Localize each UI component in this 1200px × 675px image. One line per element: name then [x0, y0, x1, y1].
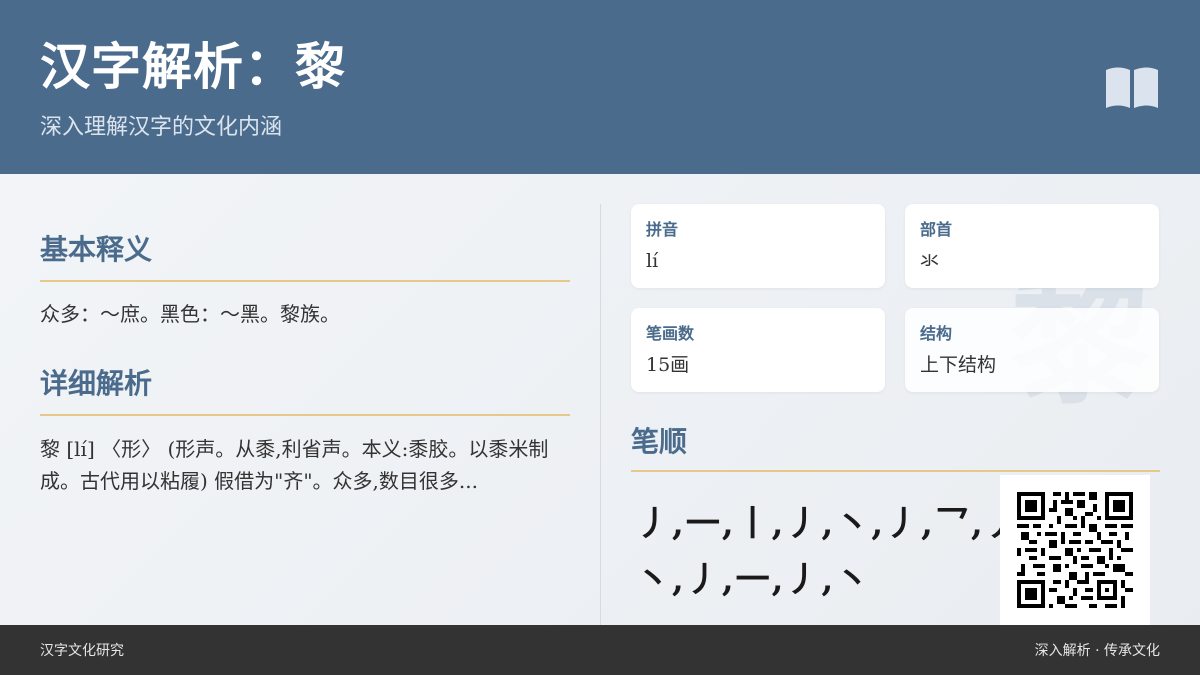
basic-meaning-text: 众多：～庶。黑色：～黑。黎族。	[40, 302, 340, 326]
footer-right-text: 深入解析 · 传承文化	[1034, 643, 1160, 659]
qr-code-icon	[1017, 492, 1133, 608]
detailed-analysis-heading: 详细解析	[40, 364, 570, 416]
column-divider	[600, 204, 601, 625]
stroke-count-value: 15画	[646, 354, 690, 376]
structure-label: 结构	[920, 324, 953, 343]
radical-card: 部首 氺	[905, 204, 1159, 288]
open-book-icon	[1106, 67, 1158, 108]
stroke-count-card: 笔画数 15画	[631, 308, 885, 392]
basic-meaning-heading: 基本释义	[40, 230, 570, 282]
radical-label: 部首	[920, 220, 953, 239]
stroke-count-label: 笔画数	[646, 324, 695, 343]
stroke-order-heading: 笔顺	[631, 422, 1160, 472]
qr-code[interactable]	[1000, 475, 1150, 625]
radical-value: 氺	[920, 250, 940, 272]
pinyin-value: lí	[646, 250, 659, 272]
left-column: 基本释义 众多：～庶。黑色：～黑。黎族。 详细解析 黎 [lí] 〈形〉 (形声…	[40, 174, 570, 625]
page-subtitle: 深入理解汉字的文化内涵	[40, 115, 283, 140]
structure-value: 上下结构	[920, 354, 997, 376]
header-banner: 汉字解析：黎 深入理解汉字的文化内涵	[0, 0, 1200, 174]
page-title: 汉字解析：黎	[40, 37, 346, 96]
footer-bar: 汉字文化研究 深入解析 · 传承文化	[0, 625, 1200, 675]
structure-card: 结构 上下结构	[905, 308, 1159, 392]
pinyin-card: 拼音 lí	[631, 204, 885, 288]
footer-left-text: 汉字文化研究	[40, 643, 124, 659]
pinyin-label: 拼音	[646, 220, 679, 239]
detailed-analysis-text: 黎 [lí] 〈形〉 (形声。从黍,利省声。本义:黍胶。以黍米制成。古代用以粘履…	[40, 437, 549, 493]
